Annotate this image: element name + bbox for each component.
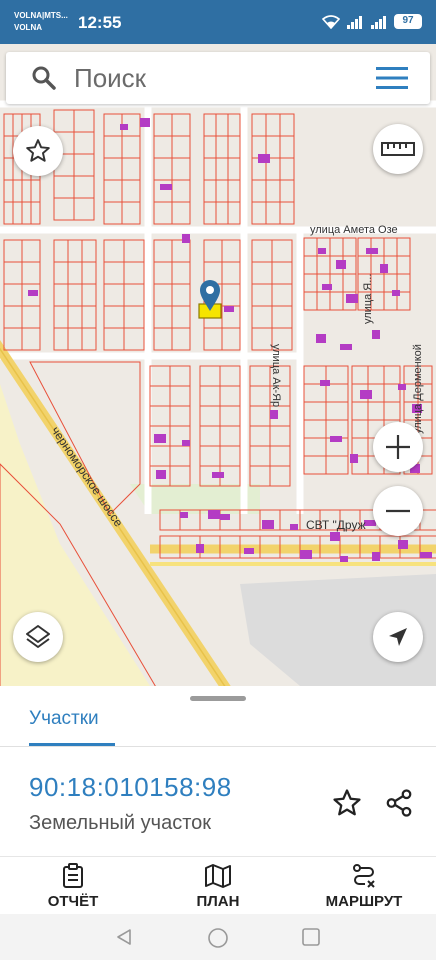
star-icon (26, 139, 50, 162)
search-input[interactable] (74, 58, 354, 98)
layers-icon (26, 625, 50, 648)
parcel-info-sheet: Участки 90:18:010158:98 Земельный участо… (0, 686, 436, 856)
divider (0, 746, 436, 747)
wifi-icon (322, 14, 340, 29)
street-label-svt: СВТ "Друж (306, 518, 366, 532)
map-view[interactable]: улица Амета Озе улица Ак-Яр улица Я... у… (0, 44, 436, 686)
home-icon[interactable] (207, 927, 229, 949)
layers-button[interactable] (13, 612, 63, 662)
share-icon[interactable] (384, 788, 414, 818)
signal-icon-1 (347, 15, 362, 29)
locate-button[interactable] (373, 612, 423, 662)
battery-indicator: 97 (394, 14, 422, 29)
recents-icon[interactable] (302, 928, 320, 946)
zoom-out-button[interactable] (373, 486, 423, 536)
minus-icon (386, 509, 410, 513)
route-icon (353, 864, 375, 888)
carrier-line-2: VOLNA (14, 23, 42, 32)
status-icons: 97 (322, 14, 422, 29)
zoom-in-button[interactable] (373, 422, 423, 472)
cadastral-number[interactable]: 90:18:010158:98 (29, 772, 232, 803)
favorite-map-button[interactable] (13, 126, 63, 176)
navigation-arrow-icon (389, 628, 407, 646)
system-navigation-bar (0, 914, 436, 960)
nav-plan-label: ПЛАН (196, 893, 240, 910)
nav-route-label: МАРШРУТ (325, 893, 403, 910)
search-bar[interactable] (6, 52, 430, 104)
carrier-info: VOLNA|MTS... VOLNA (14, 10, 68, 34)
street-label-akyar: улица Ак-Яр (270, 344, 282, 408)
status-bar: VOLNA|MTS... VOLNA 12:55 97 (0, 0, 436, 44)
map-canvas[interactable] (0, 44, 436, 686)
nav-route[interactable]: МАРШРУТ (318, 863, 410, 910)
nav-report-label: ОТЧЁТ (47, 893, 99, 910)
ruler-icon (381, 142, 415, 156)
parcel-type: Земельный участок (29, 812, 212, 834)
street-label-ameta: улица Амета Озе (310, 224, 398, 236)
menu-icon[interactable] (376, 66, 408, 90)
plus-icon (386, 435, 410, 459)
carrier-line-1: VOLNA|MTS... (14, 11, 68, 20)
tab-parcels[interactable]: Участки (29, 708, 99, 730)
clock: 12:55 (78, 13, 122, 32)
clipboard-icon (63, 863, 83, 888)
street-label-dermenkoy: улица Дерменкой (412, 344, 424, 434)
location-pin-icon[interactable] (199, 280, 221, 312)
street-label-ulica: улица Я... (362, 273, 374, 324)
star-icon[interactable] (332, 788, 362, 818)
nav-report[interactable]: ОТЧЁТ (40, 863, 106, 910)
search-icon[interactable] (30, 64, 58, 92)
ruler-button[interactable] (373, 124, 423, 174)
bottom-navigation: ОТЧЁТ ПЛАН МАРШРУТ (0, 856, 436, 914)
nav-plan[interactable]: ПЛАН (186, 863, 250, 910)
sheet-drag-handle[interactable] (190, 696, 246, 701)
map-icon (205, 864, 231, 888)
signal-icon-2 (371, 15, 386, 29)
back-icon[interactable] (114, 928, 134, 946)
